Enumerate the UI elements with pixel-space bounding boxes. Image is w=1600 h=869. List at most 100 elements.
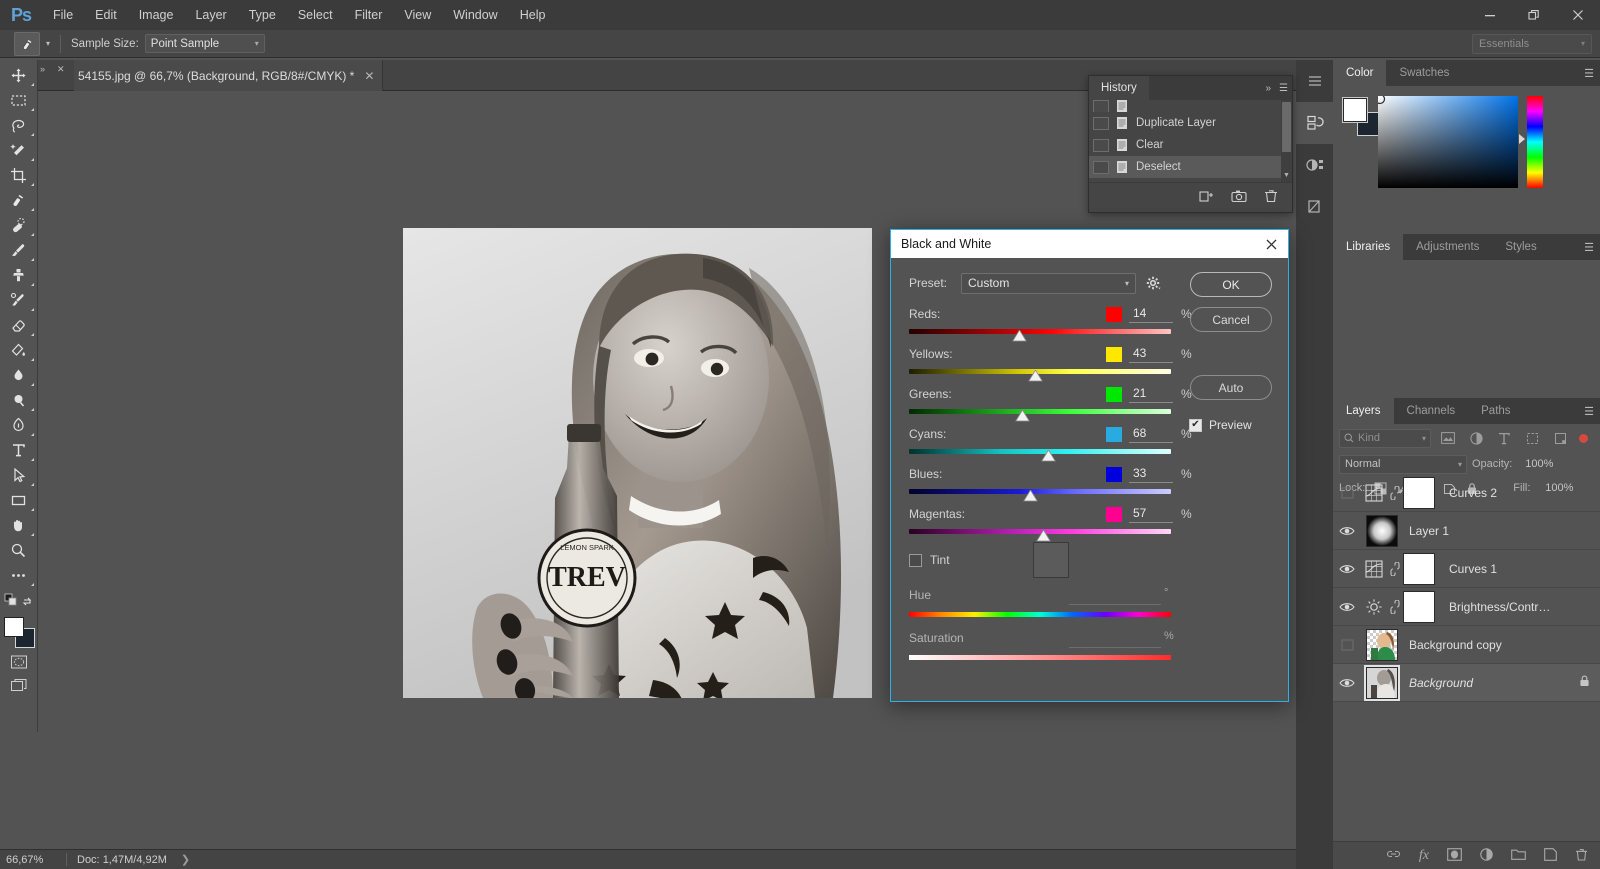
slider-thumb-greens[interactable] — [1014, 409, 1030, 423]
eyedropper-tool[interactable] — [2, 188, 36, 213]
history-list[interactable]: Duplicate Layer Clear Deselect ▼ — [1089, 100, 1292, 182]
history-snapshot-checkbox[interactable] — [1093, 160, 1109, 174]
layer-visibility-toggle[interactable] — [1333, 550, 1361, 588]
layer-thumbnail[interactable] — [1364, 664, 1400, 701]
layer-name[interactable]: Brightness/Contr… — [1449, 600, 1550, 614]
quick-selection-tool[interactable] — [2, 138, 36, 163]
layer-visibility-toggle[interactable] — [1333, 588, 1361, 626]
dodge-tool[interactable] — [2, 388, 36, 413]
status-expand-arrow-icon[interactable]: ❯ — [181, 853, 190, 866]
filter-adjustment-layers-icon[interactable] — [1465, 429, 1487, 448]
layer-name[interactable]: Curves 2 — [1449, 486, 1497, 500]
layer-name[interactable]: Background — [1409, 676, 1473, 690]
gear-icon[interactable] — [1146, 276, 1161, 291]
tab-color[interactable]: Color — [1333, 60, 1387, 86]
workspace-switcher[interactable]: Essentials ▾ — [1472, 33, 1592, 54]
tab-swatches[interactable]: Swatches — [1386, 60, 1462, 86]
hue-ramp[interactable] — [1527, 96, 1543, 188]
new-group-icon[interactable] — [1511, 848, 1526, 863]
layer-thumbnail[interactable] — [1366, 514, 1398, 547]
screen-mode-icon[interactable] — [2, 674, 36, 698]
history-snapshot-checkbox[interactable] — [1093, 138, 1109, 152]
zoom-tool[interactable] — [2, 538, 36, 563]
layer-mask-thumbnail[interactable] — [1403, 590, 1435, 623]
slider-thumb-yellows[interactable] — [1027, 369, 1043, 383]
layer-mask-link-icon[interactable] — [1387, 588, 1403, 626]
table-row[interactable]: Curves 2 — [1333, 474, 1600, 512]
menu-file[interactable]: File — [42, 0, 84, 30]
menu-filter[interactable]: Filter — [344, 0, 394, 30]
opacity-value[interactable]: 100% — [1517, 458, 1553, 470]
rectangular-marquee-tool[interactable] — [2, 88, 36, 113]
menu-image[interactable]: Image — [128, 0, 185, 30]
gradient-tool[interactable] — [2, 338, 36, 363]
slider-track-blues[interactable] — [909, 489, 1171, 502]
auto-button[interactable]: Auto — [1190, 375, 1272, 400]
layer-name[interactable]: Layer 1 — [1409, 524, 1449, 538]
new-adjustment-layer-icon[interactable] — [1480, 847, 1493, 864]
clone-stamp-tool[interactable] — [2, 263, 36, 288]
layer-name[interactable]: Curves 1 — [1449, 562, 1497, 576]
zoom-level[interactable]: 66,67% — [0, 854, 66, 866]
layer-visibility-toggle[interactable] — [1333, 664, 1361, 702]
preview-checkbox[interactable]: ✔ — [1189, 418, 1202, 432]
edit-toolbar-tool[interactable] — [2, 563, 36, 588]
tab-overflow-arrows[interactable]: » ✕ — [40, 62, 72, 76]
layer-list[interactable]: Curves 2 Layer 1 Curves 1 Brightness/Con… — [1333, 474, 1600, 833]
history-item-deselect[interactable]: Deselect — [1089, 156, 1292, 178]
brush-tool[interactable] — [2, 238, 36, 263]
rail-properties-icon[interactable] — [1296, 144, 1333, 186]
default-colors-and-swap-icons[interactable] — [2, 588, 36, 612]
slider-value-reds[interactable]: 14 — [1129, 306, 1173, 323]
history-snapshot-checkbox[interactable] — [1093, 116, 1109, 130]
chevron-down-icon[interactable]: ▼ — [1282, 171, 1291, 181]
tab-libraries[interactable]: Libraries — [1333, 234, 1404, 260]
saturation-value-field[interactable] — [1069, 633, 1161, 648]
slider-thumb-blues[interactable] — [1022, 489, 1038, 503]
hand-tool[interactable] — [2, 513, 36, 538]
color-picker-field[interactable] — [1374, 93, 1518, 188]
layer-thumbnail[interactable] — [1366, 628, 1398, 661]
spot-healing-brush-tool[interactable] — [2, 213, 36, 238]
menu-select[interactable]: Select — [287, 0, 344, 30]
panel-menu-icon[interactable]: ☰ — [1584, 234, 1594, 260]
new-layer-icon[interactable] — [1544, 847, 1557, 864]
table-row[interactable]: Brightness/Contr… — [1333, 588, 1600, 626]
blur-tool[interactable] — [2, 363, 36, 388]
tool-preset-caret-icon[interactable]: ▾ — [46, 39, 50, 48]
delete-layer-icon[interactable] — [1575, 848, 1588, 864]
history-item-duplicate-layer[interactable]: Duplicate Layer — [1089, 112, 1292, 134]
slider-thumb-reds[interactable] — [1012, 329, 1027, 343]
menu-edit[interactable]: Edit — [84, 0, 128, 30]
slider-value-yellows[interactable]: 43 — [1129, 346, 1173, 363]
layer-visibility-toggle[interactable] — [1333, 626, 1361, 664]
history-scrollbar-thumb[interactable] — [1282, 102, 1291, 152]
preset-select[interactable]: Custom ▾ — [961, 272, 1136, 294]
menu-layer[interactable]: Layer — [184, 0, 237, 30]
quick-mask-icon[interactable] — [2, 650, 36, 674]
table-row[interactable]: Background copy — [1333, 626, 1600, 664]
tab-history[interactable]: History — [1089, 76, 1149, 100]
layer-mask-link-icon[interactable] — [1387, 474, 1403, 512]
tab-adjustments[interactable]: Adjustments — [1403, 234, 1492, 260]
lasso-tool[interactable] — [2, 113, 36, 138]
slider-track-magentas[interactable] — [909, 529, 1171, 542]
layer-visibility-toggle[interactable] — [1333, 512, 1361, 550]
slider-value-blues[interactable]: 33 — [1129, 466, 1173, 483]
table-row[interactable]: Background — [1333, 664, 1600, 702]
create-snapshot-icon[interactable] — [1231, 189, 1247, 206]
crop-tool[interactable] — [2, 163, 36, 188]
tint-color-swatch[interactable] — [1033, 542, 1069, 578]
menu-window[interactable]: Window — [442, 0, 508, 30]
history-brush-tool[interactable] — [2, 288, 36, 313]
active-tool-eyedropper-icon[interactable] — [14, 31, 40, 56]
close-button[interactable] — [1556, 0, 1600, 30]
history-scrollbar[interactable]: ▼ — [1281, 100, 1292, 182]
layer-filter-kind-select[interactable]: Kind ▾ — [1339, 428, 1431, 448]
filter-shape-layers-icon[interactable] — [1521, 429, 1543, 448]
slider-value-cyans[interactable]: 68 — [1129, 426, 1173, 443]
rectangle-tool[interactable] — [2, 488, 36, 513]
minimize-button[interactable] — [1468, 0, 1512, 30]
layer-visibility-toggle[interactable] — [1333, 474, 1361, 512]
layer-mask-link-icon[interactable] — [1387, 550, 1403, 588]
